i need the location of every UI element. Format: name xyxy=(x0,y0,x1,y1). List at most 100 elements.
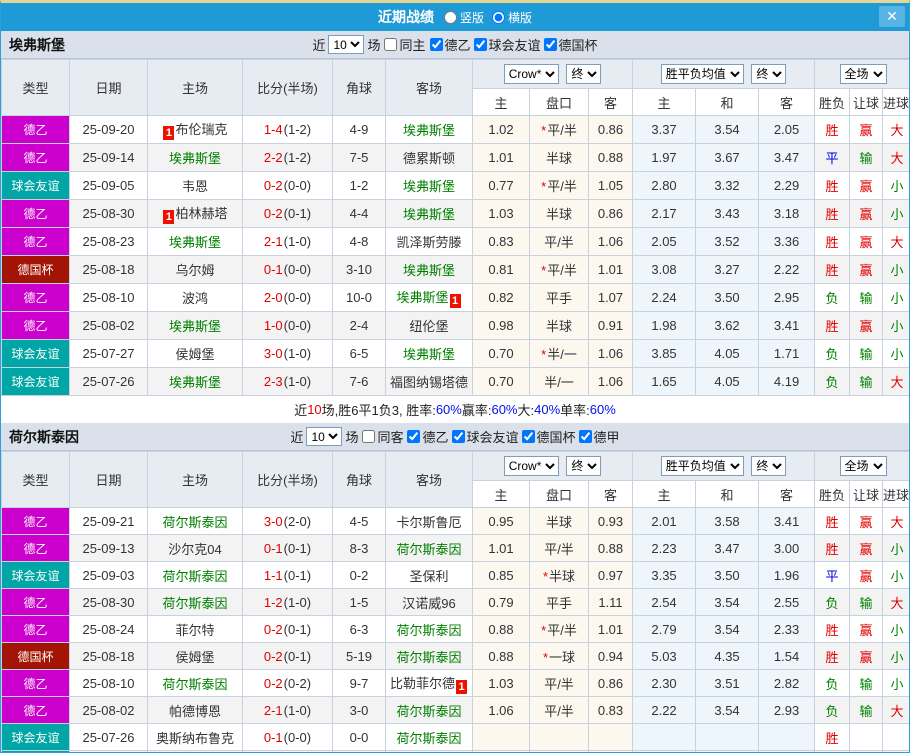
team-label: 埃弗斯堡 xyxy=(402,263,455,278)
result-cell: 平 xyxy=(814,143,851,172)
away-team-cell: 福图纳锡塔德 xyxy=(385,367,473,396)
matches-label: 场 xyxy=(345,430,359,445)
league-checkbox[interactable] xyxy=(543,38,557,51)
avg-home-cell: 3.85 xyxy=(632,339,697,368)
date-cell: 25-07-27 xyxy=(69,339,148,368)
col-header-home: 主场 xyxy=(147,59,243,116)
odds-company-select[interactable]: Crow* xyxy=(503,64,559,84)
same-venue-checkbox[interactable] xyxy=(384,38,398,51)
team-label: 侯姆堡 xyxy=(175,649,215,665)
league-filter[interactable]: 德甲 xyxy=(578,427,620,446)
scope-select[interactable]: 全场 xyxy=(839,64,887,84)
league-label: 球会友谊 xyxy=(466,430,519,445)
avg-select[interactable]: 胜平负均值 xyxy=(660,456,744,476)
avg-time-select[interactable]: 终 xyxy=(751,64,787,84)
goals-cell: 大 xyxy=(882,367,909,396)
result-cell: 负 xyxy=(814,696,851,724)
team-label: 德累斯顿 xyxy=(402,151,455,166)
avg-draw-cell: 4.35 xyxy=(695,642,760,670)
close-button[interactable]: ✕ xyxy=(879,6,905,27)
score-cell: 0-1(0-0) xyxy=(242,723,333,751)
away-team-cell: 纽伦堡 xyxy=(385,311,473,340)
red-card-badge: 1 xyxy=(163,210,175,224)
odds-home-cell: 0.88 xyxy=(472,615,530,643)
handicap-result-cell: 赢 xyxy=(849,507,884,535)
corners-cell: 0-0 xyxy=(332,723,386,751)
date-cell: 25-07-26 xyxy=(69,723,148,751)
match-row: 球会友谊 25-07-26 奥斯纳布鲁克 0-1(0-0) 0-0 荷尔斯泰因 胜 xyxy=(1,723,909,751)
team-label: 埃弗斯堡 xyxy=(168,375,221,390)
handicap-result-cell: 赢 xyxy=(849,255,884,284)
same-venue-label: 同客 xyxy=(377,430,404,445)
avg-draw-cell: 4.05 xyxy=(695,339,760,368)
team-label: 埃弗斯堡 xyxy=(402,347,455,362)
avg-draw-cell: 3.62 xyxy=(695,311,760,340)
sub-header-avg-away: 客 xyxy=(758,480,816,508)
col-header-corners: 角球 xyxy=(332,59,386,116)
league-filter[interactable]: 德乙 xyxy=(429,35,471,54)
odds-time-select[interactable]: 终 xyxy=(566,456,602,476)
corners-cell: 4-4 xyxy=(332,199,386,228)
layout-radio[interactable] xyxy=(443,10,457,24)
league-checkbox[interactable] xyxy=(407,430,421,443)
league-filter[interactable]: 德国杯 xyxy=(521,427,576,446)
date-cell: 25-09-05 xyxy=(69,171,148,200)
avg-home-cell: 1.97 xyxy=(632,143,697,172)
match-count-select[interactable]: 10 xyxy=(328,35,365,54)
avg-draw-cell: 3.32 xyxy=(695,171,760,200)
league-filter[interactable]: 德乙 xyxy=(406,427,449,446)
avg-away-cell: 1.96 xyxy=(758,561,816,589)
league-checkbox[interactable] xyxy=(521,430,535,443)
scope-select[interactable]: 全场 xyxy=(839,456,887,476)
avg-time-select[interactable]: 终 xyxy=(751,456,787,476)
odds-home-cell: 0.83 xyxy=(472,227,530,256)
avg-away-cell: 3.36 xyxy=(758,227,816,256)
goals-cell: 小 xyxy=(882,311,909,340)
corners-cell: 4-8 xyxy=(332,227,386,256)
match-row: 球会友谊 25-07-27 侯姆堡 3-0(1-0) 6-5 埃弗斯堡 0.70 *半/一 1.… xyxy=(1,339,909,368)
goals-cell: 大 xyxy=(882,507,909,535)
away-team-cell: 荷尔斯泰因 xyxy=(385,642,473,670)
match-row: 德乙 25-09-21 荷尔斯泰因 3-0(2-0) 4-5 卡尔斯鲁厄 0.95 半球 0.9… xyxy=(1,507,909,535)
league-checkbox[interactable] xyxy=(429,38,443,51)
league-checkbox[interactable] xyxy=(473,38,487,51)
team-label: 凯泽斯劳滕 xyxy=(396,235,462,250)
avg-home-cell: 2.05 xyxy=(632,227,697,256)
odds-home-cell: 1.02 xyxy=(472,115,530,144)
same-venue-filter[interactable]: 同客 xyxy=(361,427,403,446)
score-cell: 0-2(0-2) xyxy=(242,669,333,697)
avg-draw-cell: 4.05 xyxy=(695,367,760,396)
avg-away-cell: 1.54 xyxy=(758,642,816,670)
team-label: 汉诺威96 xyxy=(402,595,456,611)
league-checkbox[interactable] xyxy=(578,430,592,443)
league-filter[interactable]: 球会友谊 xyxy=(473,35,541,54)
summary-segment: 近 xyxy=(294,403,308,418)
avg-select[interactable]: 胜平负均值 xyxy=(660,64,744,84)
match-row: 德乙 25-08-30 1 柏林赫塔 0-2(0-1) 4-4 埃弗斯堡 1.03 半球 0.86… xyxy=(1,199,909,228)
team-filter-row: 埃弗斯堡 近 10 场 同主 德乙 球会友谊 德国杯 xyxy=(1,31,909,59)
date-cell: 25-08-02 xyxy=(69,311,148,340)
league-cell: 德国杯 xyxy=(1,255,70,284)
layout-radio[interactable] xyxy=(492,10,505,24)
same-venue-filter[interactable]: 同主 xyxy=(383,35,426,54)
avg-group-header: 胜平负均值 终 xyxy=(632,451,816,481)
league-filter[interactable]: 德国杯 xyxy=(543,35,598,54)
odds-company-select[interactable]: Crow* xyxy=(503,456,559,476)
score-cell: 2-2(1-2) xyxy=(242,143,333,172)
layout-option-2[interactable]: 横版 xyxy=(492,9,532,26)
league-cell: 德乙 xyxy=(1,696,70,724)
league-checkbox[interactable] xyxy=(451,430,465,443)
odds-time-select[interactable]: 终 xyxy=(566,64,602,84)
league-filter[interactable]: 球会友谊 xyxy=(451,427,519,446)
team-label: 侯姆堡 xyxy=(175,347,215,362)
score-cell: 2-3(1-0) xyxy=(242,367,333,396)
goals-cell: 小 xyxy=(882,339,909,368)
match-count-select[interactable]: 10 xyxy=(306,427,343,446)
handicap-cell: *半/一 xyxy=(529,339,589,368)
avg-home-cell: 2.80 xyxy=(632,171,697,200)
corners-cell: 4-9 xyxy=(332,115,386,144)
same-venue-checkbox[interactable] xyxy=(362,430,376,443)
odds-away-cell: 1.01 xyxy=(587,615,634,643)
team-label: 纽伦堡 xyxy=(409,319,449,334)
layout-option-1[interactable]: 竖版 xyxy=(443,9,484,26)
